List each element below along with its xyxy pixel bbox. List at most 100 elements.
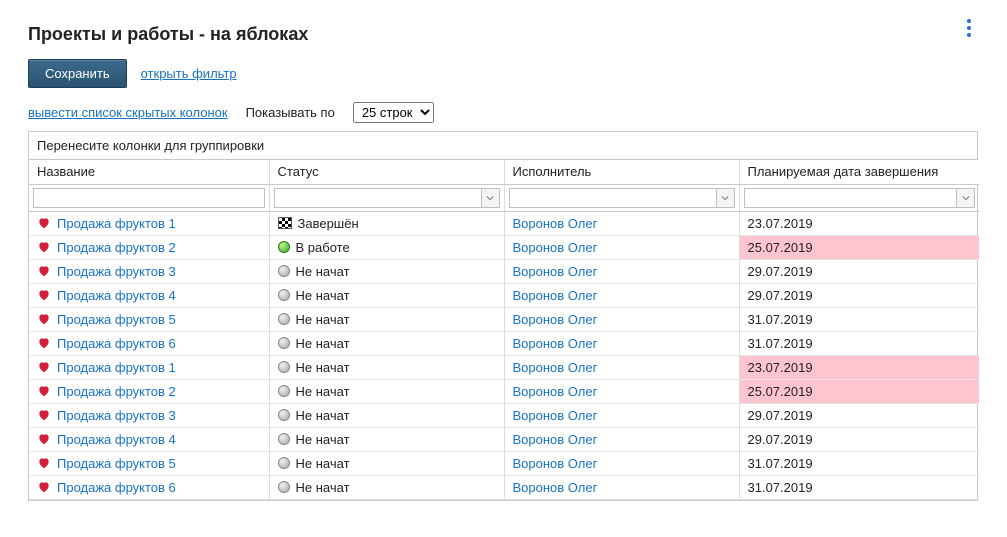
filter-due-dropdown-icon[interactable] xyxy=(957,188,975,208)
heart-icon xyxy=(37,288,51,302)
row-status-label: Не начат xyxy=(296,384,350,399)
row-name-link[interactable]: Продажа фруктов 6 xyxy=(57,480,176,495)
row-assignee-link[interactable]: Воронов Олег xyxy=(513,312,598,327)
row-status-label: Не начат xyxy=(296,288,350,303)
table-row: Продажа фруктов 4 Не начат Воронов Олег 29.… xyxy=(29,283,979,307)
heart-icon xyxy=(37,336,51,350)
status-not-started-icon xyxy=(278,409,290,421)
row-status-label: Не начат xyxy=(296,336,350,351)
table-row: Продажа фруктов 5Не начатВоронов Олег31.… xyxy=(29,307,979,331)
table-row: Продажа фруктов 3Не начатВоронов Олег29.… xyxy=(29,403,979,427)
row-status-label: В работе xyxy=(296,240,350,255)
filter-due-input[interactable] xyxy=(744,188,958,208)
status-not-started-icon xyxy=(278,265,290,277)
row-assignee-link[interactable]: Воронов Олег xyxy=(513,408,598,423)
heart-icon xyxy=(37,432,51,446)
row-due-label: 31.07.2019 xyxy=(748,312,813,327)
row-assignee-link[interactable]: Воронов Олег xyxy=(513,240,598,255)
filter-assignee-input[interactable] xyxy=(509,188,717,208)
page-title: Проекты и работы - на яблоках xyxy=(28,24,308,45)
row-assignee-link[interactable]: Воронов Олег xyxy=(513,384,598,399)
table-row: Продажа фруктов 1 Завершён Воронов Олег 23.… xyxy=(29,211,979,235)
heart-icon xyxy=(37,264,51,278)
heart-icon xyxy=(37,480,51,494)
row-due-label: 25.07.2019 xyxy=(748,240,813,255)
row-assignee-link[interactable]: Воронов Олег xyxy=(513,336,598,351)
row-name-link[interactable]: Продажа фруктов 3 xyxy=(57,408,176,423)
table-row: Продажа фруктов 1 Не начат Воронов Олег 23.… xyxy=(29,355,979,379)
status-in-progress-icon xyxy=(278,241,290,253)
filter-assignee-dropdown-icon[interactable] xyxy=(717,188,735,208)
row-due-label: 25.07.2019 xyxy=(748,384,813,399)
toolbar-primary: Сохранить открыть фильтр xyxy=(28,59,979,88)
row-name-link[interactable]: Продажа фруктов 1 xyxy=(57,216,176,231)
status-not-started-icon xyxy=(278,337,290,349)
table-row: Продажа фруктов 6 Не начат Воронов Олег 31.… xyxy=(29,475,979,499)
page-size-select[interactable]: 25 строк xyxy=(353,102,434,123)
status-not-started-icon xyxy=(278,481,290,493)
col-header-assignee[interactable]: Исполнитель xyxy=(504,160,739,184)
row-due-label: 29.07.2019 xyxy=(748,432,813,447)
heart-icon xyxy=(37,312,51,326)
row-name-link[interactable]: Продажа фруктов 6 xyxy=(57,336,176,351)
page-size-label: Показывать по xyxy=(246,105,335,120)
heart-icon xyxy=(37,360,51,374)
status-not-started-icon xyxy=(278,361,290,373)
save-button[interactable]: Сохранить xyxy=(28,59,127,88)
show-hidden-columns-link[interactable]: вывести список скрытых колонок xyxy=(28,105,228,120)
row-due-label: 29.07.2019 xyxy=(748,408,813,423)
row-status-label: Не начат xyxy=(296,480,350,495)
row-name-link[interactable]: Продажа фруктов 3 xyxy=(57,264,176,279)
row-assignee-link[interactable]: Воронов Олег xyxy=(513,432,598,447)
row-due-label: 31.07.2019 xyxy=(748,336,813,351)
row-assignee-link[interactable]: Воронов Олег xyxy=(513,216,598,231)
heart-icon xyxy=(37,216,51,230)
row-name-link[interactable]: Продажа фруктов 5 xyxy=(57,456,176,471)
row-name-link[interactable]: Продажа фруктов 2 xyxy=(57,240,176,255)
row-due-label: 23.07.2019 xyxy=(748,216,813,231)
row-due-label: 29.07.2019 xyxy=(748,264,813,279)
row-name-link[interactable]: Продажа фруктов 5 xyxy=(57,312,176,327)
row-assignee-link[interactable]: Воронов Олег xyxy=(513,480,598,495)
row-assignee-link[interactable]: Воронов Олег xyxy=(513,360,598,375)
row-name-link[interactable]: Продажа фруктов 4 xyxy=(57,432,176,447)
table-row: Продажа фруктов 2 В работе Воронов Олег 25.… xyxy=(29,235,979,259)
row-status-label: Не начат xyxy=(296,456,350,471)
row-due-label: 31.07.2019 xyxy=(748,456,813,471)
row-name-link[interactable]: Продажа фруктов 4 xyxy=(57,288,176,303)
filter-status-input[interactable] xyxy=(274,188,482,208)
status-not-started-icon xyxy=(278,433,290,445)
row-status-label: Завершён xyxy=(298,216,359,231)
row-due-label: 23.07.2019 xyxy=(748,360,813,375)
status-not-started-icon xyxy=(278,385,290,397)
row-due-label: 29.07.2019 xyxy=(748,288,813,303)
kebab-menu-icon[interactable] xyxy=(959,18,979,38)
table-row: Продажа фруктов 2 Не начат Воронов Олег 25.… xyxy=(29,379,979,403)
heart-icon xyxy=(37,456,51,470)
toolbar-secondary: вывести список скрытых колонок Показыват… xyxy=(28,102,979,123)
open-filter-link[interactable]: открыть фильтр xyxy=(141,66,237,81)
heart-icon xyxy=(37,384,51,398)
heart-icon xyxy=(37,240,51,254)
col-header-name[interactable]: Название xyxy=(29,160,269,184)
filter-status-dropdown-icon[interactable] xyxy=(482,188,500,208)
status-not-started-icon xyxy=(278,457,290,469)
col-header-status[interactable]: Статус xyxy=(269,160,504,184)
table-row: Продажа фруктов 6 Не начат Воронов Олег 31.… xyxy=(29,331,979,355)
row-assignee-link[interactable]: Воронов Олег xyxy=(513,264,598,279)
data-grid: Перенесите колонки для группировки Назва… xyxy=(28,131,978,501)
row-name-link[interactable]: Продажа фруктов 2 xyxy=(57,384,176,399)
col-header-due[interactable]: Планируемая дата завершения xyxy=(739,160,979,184)
grouping-drop-bar[interactable]: Перенесите колонки для группировки xyxy=(29,132,977,160)
row-status-label: Не начат xyxy=(296,432,350,447)
row-due-label: 31.07.2019 xyxy=(748,480,813,495)
table-row: Продажа фруктов 4 Не начат Воронов Олег 29.… xyxy=(29,427,979,451)
row-name-link[interactable]: Продажа фруктов 1 xyxy=(57,360,176,375)
status-done-icon xyxy=(278,217,292,229)
status-not-started-icon xyxy=(278,289,290,301)
row-assignee-link[interactable]: Воронов Олег xyxy=(513,456,598,471)
row-assignee-link[interactable]: Воронов Олег xyxy=(513,288,598,303)
row-status-label: Не начат xyxy=(296,264,350,279)
filter-name-input[interactable] xyxy=(33,188,265,208)
row-status-label: Не начат xyxy=(296,360,350,375)
